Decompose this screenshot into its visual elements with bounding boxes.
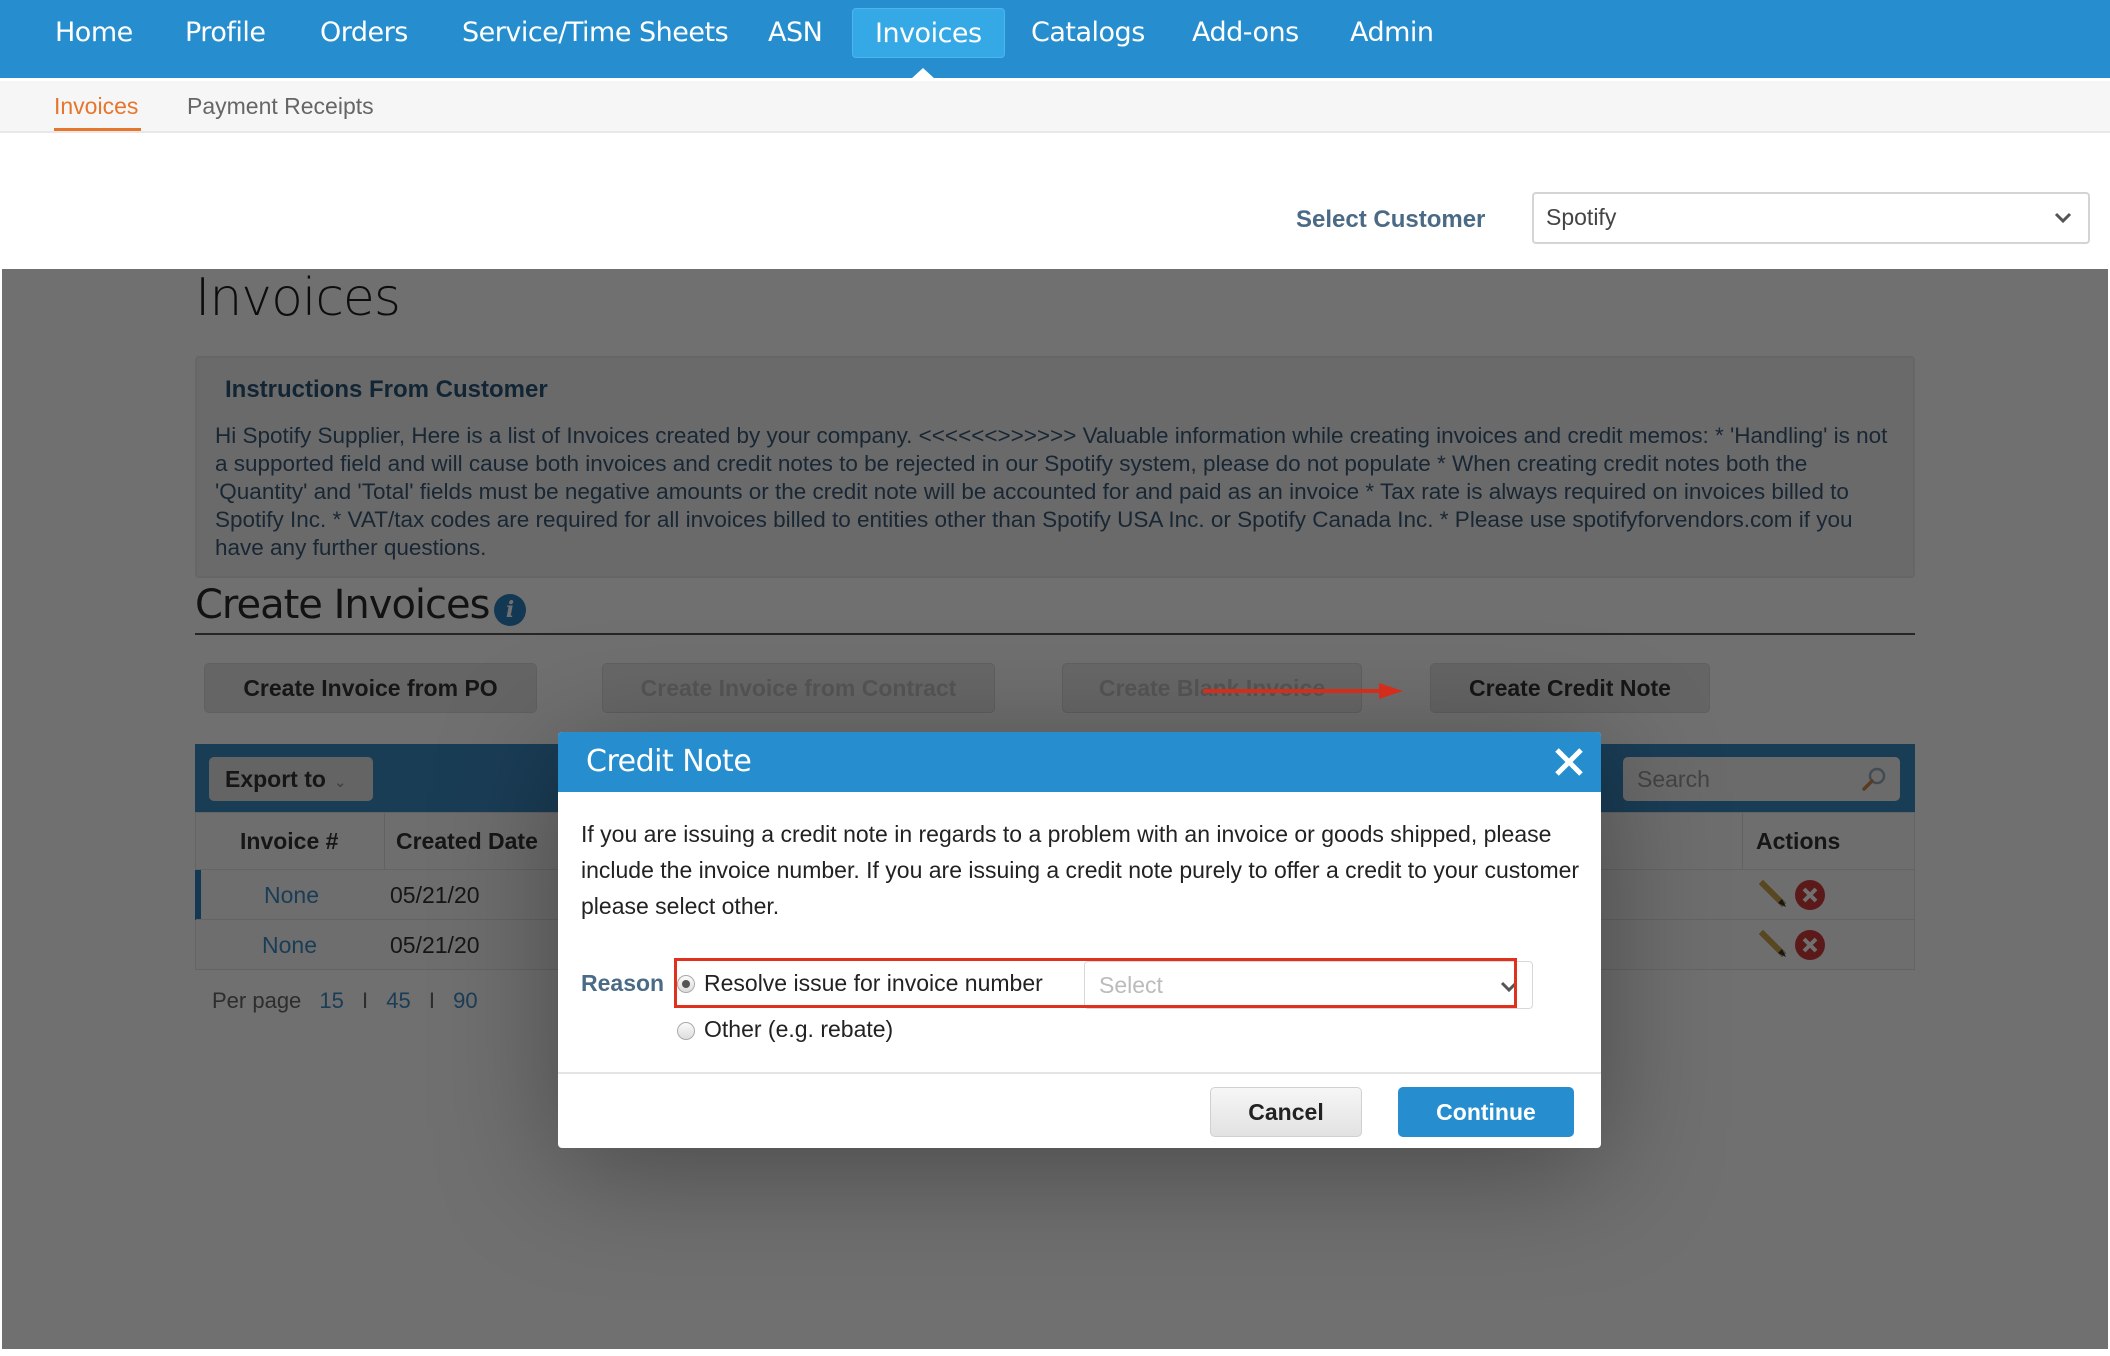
chevron-down-icon: [2054, 212, 2072, 224]
nav-add-ons[interactable]: Add-ons: [1170, 8, 1321, 58]
cancel-button[interactable]: Cancel: [1210, 1087, 1362, 1137]
annotation-arrow-icon: [1203, 683, 1403, 699]
reason-label: Reason: [581, 970, 665, 996]
nav-service-time-sheets[interactable]: Service/Time Sheets: [440, 8, 750, 58]
subnav-payment-receipts[interactable]: Payment Receipts: [187, 93, 374, 120]
dialog-header: Credit Note: [558, 732, 1601, 792]
nav-catalogs[interactable]: Catalogs: [1009, 8, 1167, 58]
nav-admin[interactable]: Admin: [1328, 8, 1456, 58]
active-nav-caret: [911, 68, 935, 79]
customer-select-value: Spotify: [1546, 204, 1617, 230]
nav-invoices[interactable]: Invoices: [852, 8, 1005, 58]
sub-nav: Invoices Payment Receipts: [0, 81, 2110, 133]
subnav-invoices[interactable]: Invoices: [54, 93, 138, 120]
customer-select[interactable]: Spotify: [1532, 192, 2090, 244]
dialog-description: If you are issuing a credit note in rega…: [581, 821, 1580, 919]
radio-other[interactable]: [677, 1022, 695, 1040]
active-tab-underline: [54, 128, 141, 131]
radio-other-label[interactable]: Other (e.g. rebate): [704, 1016, 893, 1043]
nav-asn[interactable]: ASN: [746, 8, 844, 58]
top-nav: Home Profile Orders Service/Time Sheets …: [0, 0, 2110, 79]
close-icon[interactable]: [1551, 744, 1587, 780]
nav-profile[interactable]: Profile: [163, 8, 287, 58]
nav-home[interactable]: Home: [33, 8, 155, 58]
continue-button[interactable]: Continue: [1398, 1087, 1574, 1137]
annotation-highlight-box: [674, 958, 1517, 1008]
dialog-title: Credit Note: [586, 744, 752, 779]
dialog-footer-divider: [558, 1072, 1601, 1074]
select-customer-label: Select Customer: [1296, 206, 1486, 233]
credit-note-dialog: Credit Note If you are issuing a credit …: [558, 732, 1601, 1148]
nav-orders[interactable]: Orders: [298, 8, 430, 58]
